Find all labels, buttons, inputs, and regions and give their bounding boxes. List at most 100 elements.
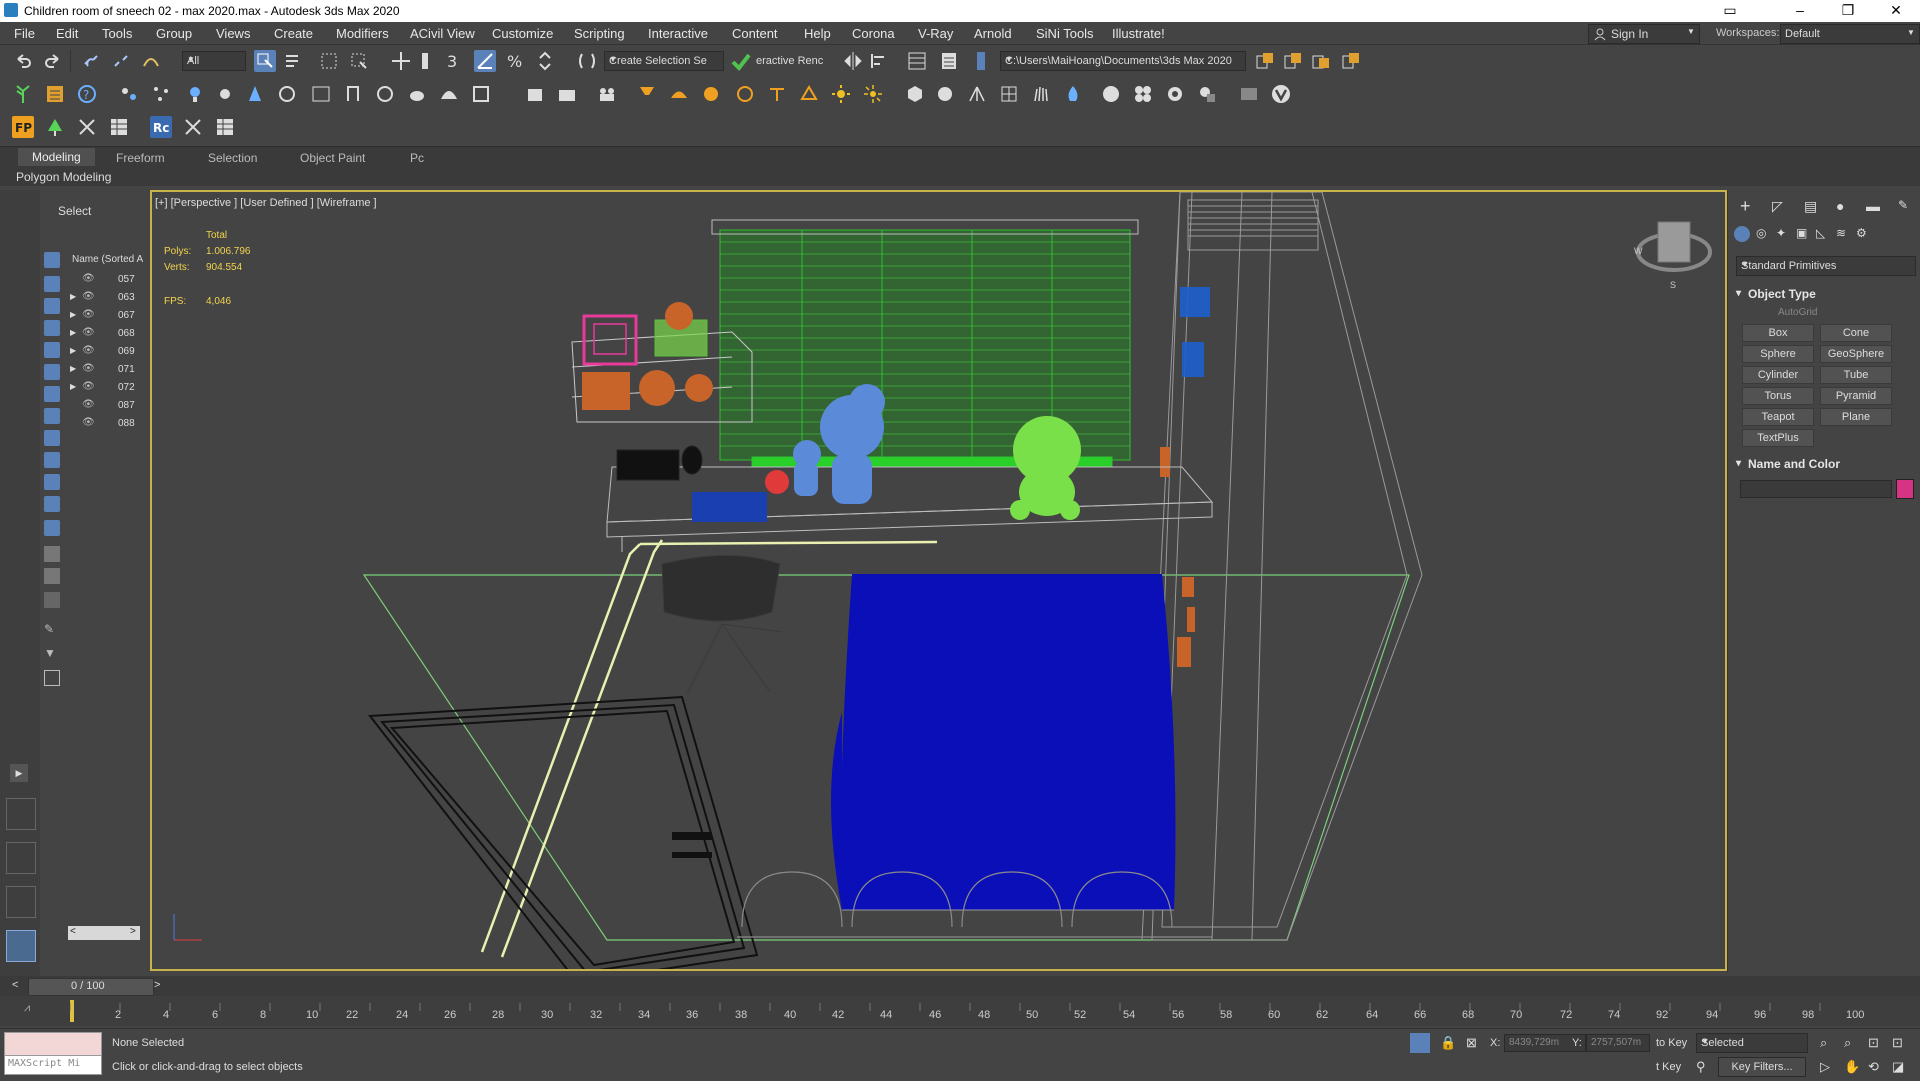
scene-row[interactable]: 👁 088	[70, 416, 145, 432]
spreadsheet-icon[interactable]	[108, 116, 130, 138]
omni-light-icon[interactable]	[700, 83, 722, 105]
select-by-name-icon[interactable]	[282, 50, 304, 72]
menu-tools[interactable]: Tools	[102, 26, 132, 41]
expand-arrow-icon[interactable]: ▶	[70, 292, 76, 301]
sky-light-icon[interactable]	[668, 83, 690, 105]
zoom-extents-icon[interactable]: ⊡	[1868, 1035, 1879, 1051]
material-sphere-icon[interactable]	[1100, 83, 1122, 105]
visibility-eye-icon[interactable]: 👁	[82, 399, 95, 410]
folder-icon[interactable]	[44, 670, 60, 686]
expand-arrow-icon[interactable]: ▶	[70, 328, 76, 337]
scene-row[interactable]: 👁 057	[70, 272, 145, 288]
time-slider-thumb[interactable]: 0 / 100	[28, 978, 154, 996]
set-key-button[interactable]: t Key	[1656, 1061, 1681, 1073]
maximize-button[interactable]: ❐	[1828, 2, 1868, 20]
menu-views[interactable]: Views	[216, 26, 250, 41]
hidden-filter-icon[interactable]	[44, 520, 60, 536]
menu-file[interactable]: File	[14, 26, 35, 41]
layout-quad-icon[interactable]	[6, 798, 36, 830]
zoom-icon[interactable]: ⌕	[1820, 1035, 1827, 1051]
tab-modeling[interactable]: Modeling	[18, 148, 95, 166]
edit-named-selection-icon[interactable]	[576, 50, 598, 72]
scene-row[interactable]: ▶ 👁 069	[70, 344, 145, 360]
visibility-eye-icon[interactable]: 👁	[82, 381, 95, 392]
visibility-eye-icon[interactable]: 👁	[82, 345, 95, 356]
frame-buffer-icon[interactable]	[310, 83, 332, 105]
bind-spacewarp-icon[interactable]	[140, 50, 162, 72]
select-object-icon[interactable]	[254, 50, 276, 72]
sphere-button[interactable]: Sphere	[1742, 345, 1814, 363]
spacewarp-filter-icon[interactable]	[44, 386, 60, 402]
redo-icon[interactable]	[42, 50, 64, 72]
maxscript-listener-top[interactable]	[4, 1032, 102, 1056]
teapot-button[interactable]: Teapot	[1742, 408, 1814, 426]
rectangular-region-icon[interactable]	[318, 50, 340, 72]
menu-scripting[interactable]: Scripting	[574, 26, 625, 41]
object-type-title[interactable]: Object Type	[1748, 287, 1816, 301]
sign-in-button[interactable]: Sign In ▼	[1588, 24, 1700, 44]
shape-filter-icon[interactable]	[44, 298, 60, 314]
tree-icon[interactable]	[12, 83, 34, 105]
visibility-eye-icon[interactable]: 👁	[82, 327, 95, 338]
tube-button[interactable]: Tube	[1820, 366, 1892, 384]
pyramid-button[interactable]: Pyramid	[1820, 387, 1892, 405]
tools-cross-icon[interactable]	[182, 116, 204, 138]
proxy-tree-icon[interactable]	[244, 83, 266, 105]
frozen-filter-icon[interactable]	[44, 496, 60, 512]
rotate-icon[interactable]	[414, 50, 436, 72]
tools-icon[interactable]	[76, 116, 98, 138]
menu-customize[interactable]: Customize	[492, 26, 553, 41]
torus-button[interactable]: Torus	[1742, 387, 1814, 405]
layer-explorer-icon[interactable]	[938, 50, 960, 72]
box-frame-icon[interactable]	[470, 83, 492, 105]
key-mode-icon[interactable]: ⚲	[1696, 1059, 1706, 1075]
scene-explorer-icon[interactable]	[906, 50, 928, 72]
zoom-extents-all-icon[interactable]: ⊡	[1892, 1035, 1903, 1051]
cylinder-button[interactable]: Cylinder	[1742, 366, 1814, 384]
render-region-icon[interactable]	[1238, 83, 1260, 105]
horizontal-scrollbar[interactable]: < >	[68, 926, 140, 940]
zoom-all-icon[interactable]: ⌕	[1844, 1035, 1851, 1051]
auto-key-button[interactable]: to Key	[1656, 1037, 1687, 1049]
list-icon[interactable]	[44, 83, 66, 105]
visibility-eye-icon[interactable]: 👁	[82, 363, 95, 374]
expand-arrow-icon[interactable]: ▶	[10, 764, 28, 782]
scene-row[interactable]: ▶ 👁 072	[70, 380, 145, 396]
group-filter-icon[interactable]	[44, 408, 60, 424]
textplus-button[interactable]: TextPlus	[1742, 429, 1814, 447]
layout-single-icon[interactable]	[6, 930, 36, 962]
collapse-arrow-icon[interactable]: ▾	[1736, 458, 1741, 469]
visibility-eye-icon[interactable]: 👁	[82, 309, 95, 320]
camera-icon[interactable]	[556, 83, 578, 105]
bone-filter-icon[interactable]	[44, 452, 60, 468]
unlink-icon[interactable]	[110, 50, 132, 72]
key-selection-select[interactable]: Selected ▼	[1696, 1033, 1808, 1053]
invert-icon[interactable]	[44, 592, 60, 608]
tab-selection[interactable]: Selection	[208, 151, 257, 165]
menu-create[interactable]: Create	[274, 26, 313, 41]
visibility-eye-icon[interactable]: 👁	[82, 291, 95, 302]
container-close-icon[interactable]	[1310, 50, 1332, 72]
menu-interactive[interactable]: Interactive	[648, 26, 708, 41]
perspective-viewport[interactable]: [+] [Perspective ] [User Defined ] [Wire…	[150, 190, 1727, 971]
scroll-left-icon[interactable]: <	[70, 926, 76, 937]
box-button[interactable]: Box	[1742, 324, 1814, 342]
spinner-snap-icon[interactable]	[534, 50, 556, 72]
material-editor-icon[interactable]	[342, 83, 364, 105]
scatter-icon[interactable]	[150, 83, 172, 105]
container-open-icon[interactable]	[1282, 50, 1304, 72]
visibility-eye-icon[interactable]: 👁	[82, 417, 95, 428]
teapot-icon[interactable]	[406, 83, 428, 105]
column-header-name[interactable]: Name (Sorted A	[72, 254, 143, 265]
menu-acivil-view[interactable]: ACivil View	[410, 26, 475, 41]
grid-object-icon[interactable]	[998, 83, 1020, 105]
expand-arrow-icon[interactable]: ▶	[70, 382, 76, 391]
container-update-icon[interactable]	[1340, 50, 1362, 72]
cube-icon[interactable]	[904, 83, 926, 105]
menu-modifiers[interactable]: Modifiers	[336, 26, 389, 41]
camera-filter-icon[interactable]	[44, 342, 60, 358]
interactive-render-label[interactable]: eractive Renc	[756, 55, 823, 67]
scene-row[interactable]: ▶ 👁 067	[70, 308, 145, 324]
hierarchy-tab-icon[interactable]: ▤	[1804, 198, 1817, 215]
all-columns-icon[interactable]	[44, 546, 60, 562]
